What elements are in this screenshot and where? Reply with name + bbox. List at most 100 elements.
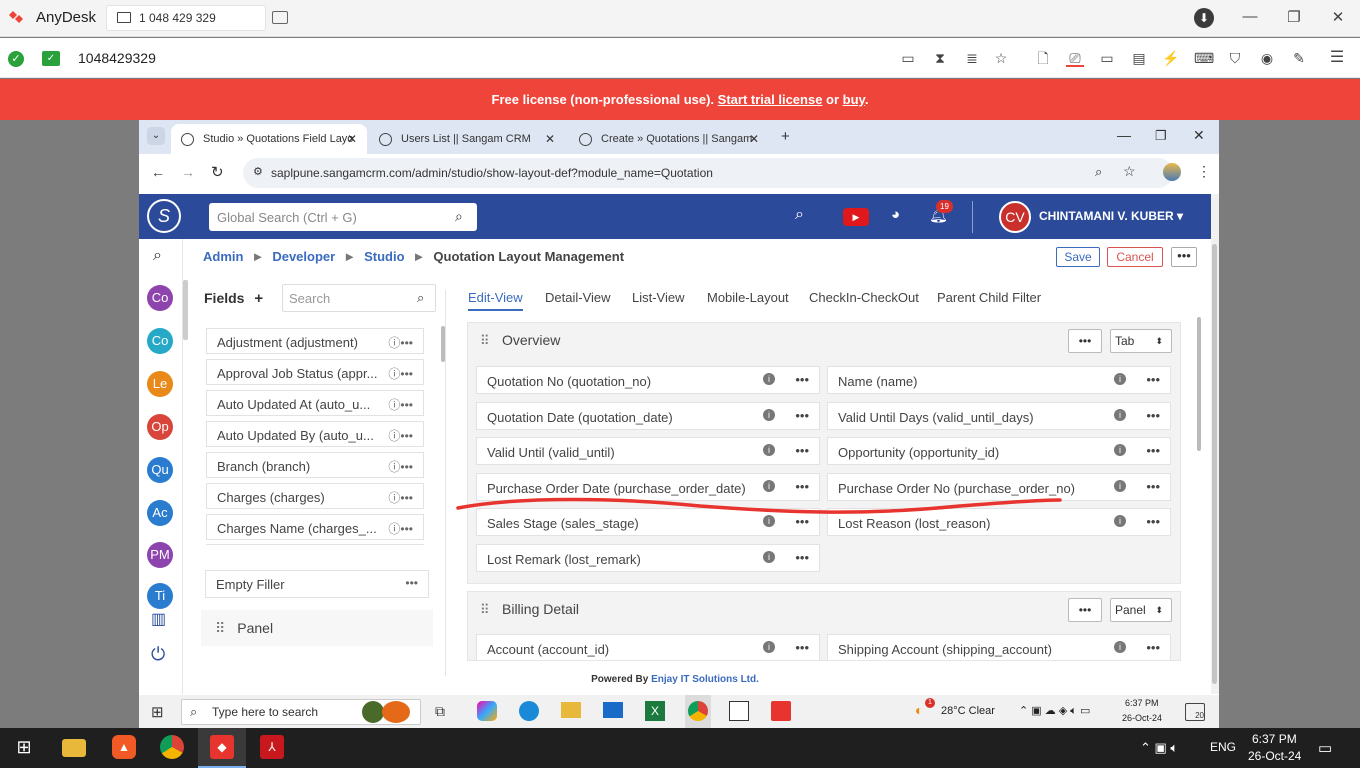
layout-field-cell[interactable]: Valid Until (valid_until) i ••• <box>476 437 820 465</box>
chrome-icon[interactable] <box>160 735 184 759</box>
layout-field-cell[interactable]: Quotation No (quotation_no) i ••• <box>476 366 820 394</box>
info-more-icon[interactable]: ⓘ••• <box>388 396 413 413</box>
more-icon[interactable]: ••• <box>1146 514 1160 529</box>
cancel-button[interactable]: Cancel <box>1107 247 1163 267</box>
windows-start-icon[interactable]: ⊞ <box>12 735 36 759</box>
drag-handle-icon[interactable]: ⠿ <box>480 602 490 618</box>
bookmark-star-icon[interactable]: ☆ <box>1123 163 1136 180</box>
layout-field-cell[interactable]: Account (account_id) i ••• <box>476 634 820 660</box>
language-indicator[interactable]: ENG <box>1210 740 1236 754</box>
notebook-icon[interactable] <box>729 701 749 721</box>
browser-menu-icon[interactable]: ⋮ <box>1197 163 1211 180</box>
user-name[interactable]: CHINTAMANI V. KUBER ▾ <box>1039 209 1183 223</box>
back-icon[interactable]: ← <box>151 164 165 180</box>
info-icon[interactable]: i <box>1114 408 1126 421</box>
download-icon[interactable]: ⬇ <box>1194 8 1214 28</box>
monitor-icon[interactable]: ⎚ <box>1066 49 1084 67</box>
more-icon[interactable]: ••• <box>795 372 809 387</box>
menu-icon[interactable]: ☰ <box>1328 49 1346 67</box>
info-more-icon[interactable]: ⓘ••• <box>388 489 413 506</box>
new-tab-icon[interactable]: + <box>781 128 790 145</box>
info-more-icon[interactable]: ⓘ••• <box>388 334 413 351</box>
mail-icon[interactable] <box>603 702 623 718</box>
page-scrollbar-track[interactable] <box>1211 194 1219 694</box>
close-icon[interactable]: ✕ <box>1328 8 1348 26</box>
tab-list-icon[interactable]: ⌄ <box>147 127 165 145</box>
section-more-button[interactable]: ••• <box>1068 329 1102 353</box>
info-icon[interactable]: i <box>763 641 775 653</box>
info-icon[interactable]: i <box>1114 373 1126 385</box>
info-icon[interactable]: i <box>763 479 775 492</box>
chrome-taskbar-item[interactable] <box>685 695 711 728</box>
view-tab[interactable]: Detail-View <box>545 290 611 305</box>
maximize-icon[interactable]: ❐ <box>1284 8 1304 26</box>
info-icon[interactable]: i <box>763 550 775 563</box>
field-list-item[interactable]: Auto Updated By (auto_u... ⓘ••• <box>206 421 424 447</box>
restore-icon[interactable]: ❐ <box>1155 128 1167 144</box>
layout-field-cell[interactable]: Quotation Date (quotation_date) i ••• <box>476 401 820 430</box>
rail-scrollbar[interactable] <box>183 280 188 340</box>
view-tab[interactable]: Edit-View <box>468 290 523 311</box>
start-trial-link[interactable]: Start trial license <box>718 92 823 107</box>
more-icon[interactable]: ••• <box>1146 372 1160 387</box>
close-tab-icon[interactable]: ✕ <box>347 132 357 146</box>
info-icon[interactable]: i <box>763 373 775 385</box>
search-icon[interactable]: ⌕ <box>153 247 162 265</box>
view-tab[interactable]: Parent Child Filter <box>937 290 1041 305</box>
rail-module-avatar[interactable]: PM <box>147 542 173 568</box>
section-type-select[interactable]: Panel ⬍ <box>1110 598 1172 622</box>
main-scrollbar[interactable] <box>1197 317 1201 451</box>
browser-tab-studio[interactable]: Studio » Quotations Field Layo ✕ <box>171 124 367 154</box>
minimize-icon[interactable]: — <box>1240 8 1260 25</box>
chat-icon[interactable]: ▤ <box>1130 49 1148 67</box>
more-actions-button[interactable]: ••• <box>1171 247 1197 267</box>
close-tab-icon[interactable]: ✕ <box>749 132 759 146</box>
star-icon[interactable]: ☆ <box>992 49 1010 67</box>
field-list-item[interactable]: Charges (charges) ⓘ••• <box>206 483 424 509</box>
more-icon[interactable]: ••• <box>795 514 809 529</box>
profile-icon[interactable] <box>1163 163 1181 181</box>
field-list-item[interactable]: Adjustment (adjustment) ⓘ••• <box>206 328 424 354</box>
buy-link[interactable]: buy <box>843 92 865 107</box>
more-icon[interactable]: ••• <box>1146 408 1160 423</box>
power-icon[interactable]: ⏻ <box>151 644 165 665</box>
rail-module-avatar[interactable]: Le <box>147 371 173 397</box>
crm-logo-icon[interactable]: S <box>147 199 181 233</box>
hourglass-icon[interactable]: ⧗ <box>931 49 949 67</box>
breadcrumb-studio[interactable]: Studio <box>364 249 404 264</box>
privacy-icon[interactable]: ▭ <box>899 49 917 67</box>
rail-module-avatar[interactable]: Ac <box>147 500 173 526</box>
tray-icons[interactable]: ⌃ ▣ ☁ ◈ 🔈︎ ▭ <box>1019 704 1090 718</box>
more-icon[interactable]: ••• <box>405 576 418 590</box>
info-icon[interactable]: i <box>1114 444 1126 456</box>
more-icon[interactable]: ••• <box>795 640 809 655</box>
rail-module-avatar[interactable]: Co <box>147 285 173 311</box>
save-button[interactable]: Save <box>1056 247 1100 267</box>
rail-module-avatar[interactable]: Qu <box>147 457 173 483</box>
anydesk-icon[interactable] <box>771 701 791 721</box>
layout-field-cell[interactable]: Lost Remark (lost_remark) i ••• <box>476 543 820 572</box>
info-more-icon[interactable]: ⓘ••• <box>388 520 413 537</box>
forward-icon[interactable]: → <box>181 164 195 180</box>
brave-icon[interactable]: ▲ <box>112 735 136 759</box>
global-search-input[interactable]: Global Search (Ctrl + G) ⌕ <box>209 203 477 231</box>
layout-field-cell[interactable]: Valid Until Days (valid_until_days) i ••• <box>827 401 1171 430</box>
layout-field-cell[interactable]: Lost Reason (lost_reason) i ••• <box>827 508 1171 536</box>
copilot-icon[interactable] <box>477 701 497 721</box>
windows-start-icon[interactable]: ⊞ <box>151 703 164 721</box>
browser-tab-create[interactable]: Create » Quotations || Sangam ✕ <box>569 124 769 154</box>
layout-field-cell[interactable]: Shipping Account (shipping_account) i ••• <box>827 634 1171 660</box>
more-icon[interactable]: ••• <box>795 479 809 494</box>
drag-handle-icon[interactable]: ⠿ <box>480 333 490 349</box>
folder-icon[interactable] <box>561 702 581 718</box>
footer-company-link[interactable]: Enjay IT Solutions Ltd. <box>651 674 759 685</box>
site-info-icon[interactable]: ⚙ <box>253 165 263 178</box>
lightning-icon[interactable]: ⚡ <box>1162 49 1180 67</box>
more-icon[interactable]: ••• <box>795 408 809 423</box>
info-more-icon[interactable]: ⓘ••• <box>388 365 413 382</box>
task-view-icon[interactable]: ⧉ <box>435 703 445 720</box>
anydesk-taskbar-item[interactable]: ◆ <box>198 728 246 768</box>
panel-item[interactable]: ⠿ Panel <box>201 610 433 646</box>
reload-icon[interactable]: ↻ <box>211 163 224 181</box>
local-tray-icons[interactable]: ⌃ ▣ 🔈︎ <box>1140 740 1178 756</box>
